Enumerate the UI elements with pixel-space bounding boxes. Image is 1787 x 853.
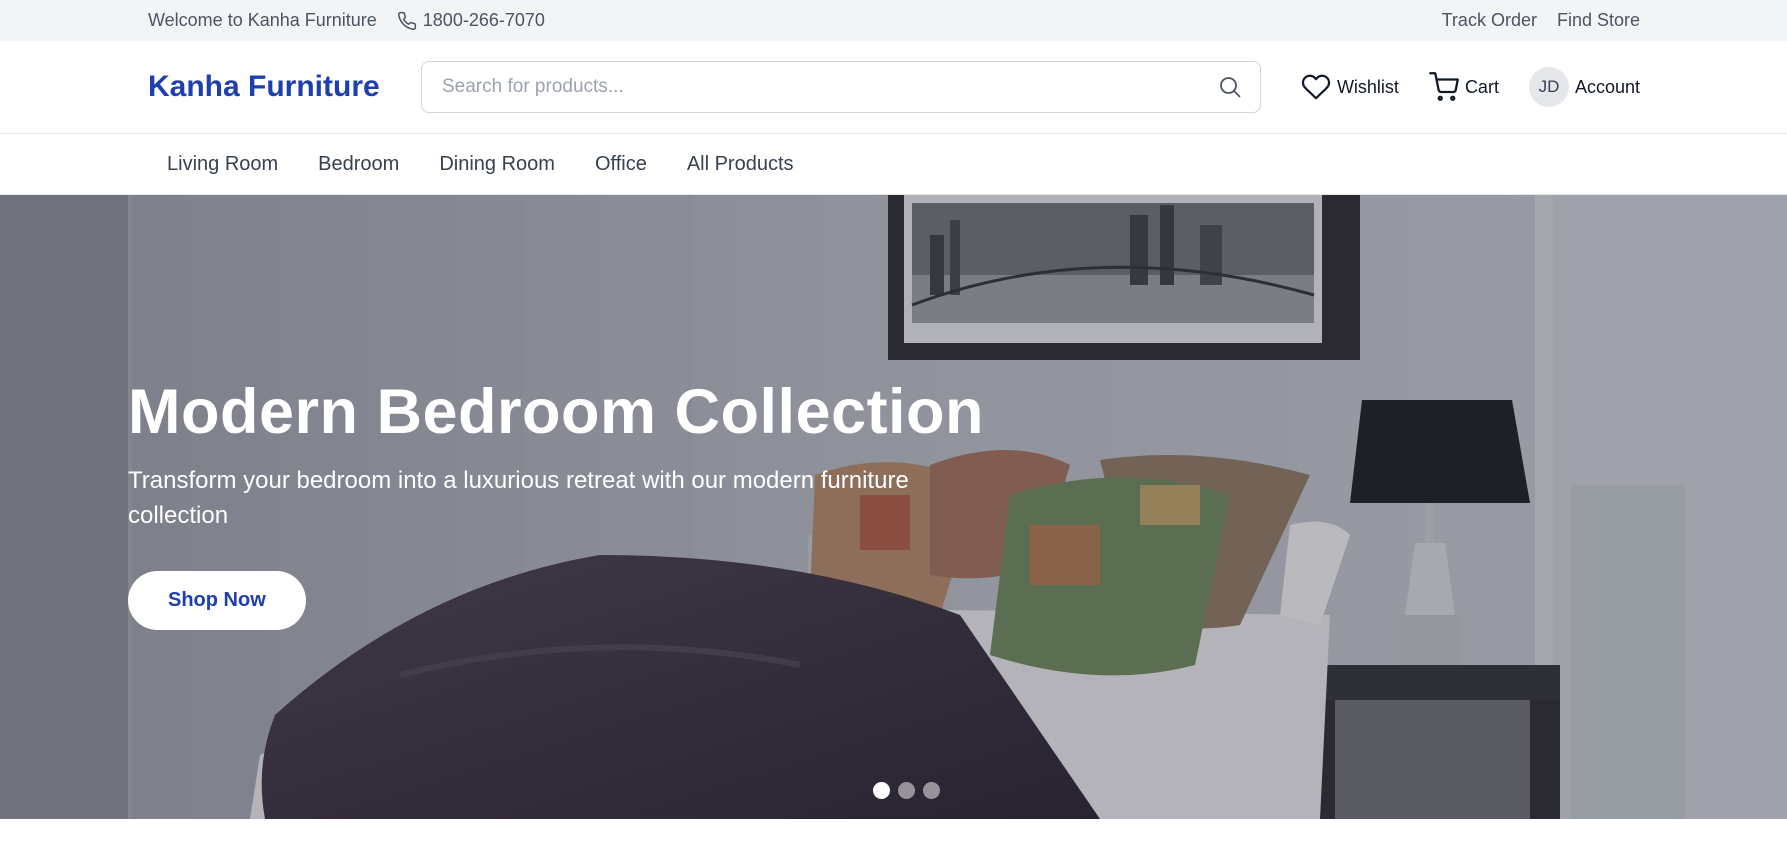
hero-subtitle: Transform your bedroom into a luxurious … — [128, 467, 909, 530]
wishlist-button[interactable]: Wishlist — [1301, 72, 1399, 102]
search-icon[interactable] — [1218, 75, 1242, 99]
site-logo[interactable]: Kanha Furniture — [148, 70, 421, 104]
top-bar-right: Track Order Find Store — [1422, 10, 1640, 31]
cart-icon — [1429, 72, 1459, 101]
search-box — [421, 61, 1261, 113]
hero-title: Modern Bedroom Collection — [128, 377, 985, 447]
header-actions: Wishlist Cart JD Account — [1271, 67, 1640, 107]
search-input[interactable] — [442, 76, 1218, 98]
nav-item-dining-room[interactable]: Dining Room — [419, 153, 575, 176]
nav-item-living-room[interactable]: Living Room — [147, 153, 298, 176]
heart-icon — [1301, 74, 1331, 100]
avatar: JD — [1528, 67, 1569, 107]
hero-content: Modern Bedroom Collection Transform your… — [128, 377, 1008, 631]
phone-contact[interactable]: 1800-266-7070 — [397, 10, 545, 31]
wishlist-label: Wishlist — [1336, 76, 1399, 97]
carousel-dot-3[interactable] — [923, 782, 940, 799]
carousel-dot-2[interactable] — [898, 782, 915, 799]
find-store-link[interactable]: Find Store — [1557, 10, 1640, 31]
welcome-text: Welcome to Kanha Furniture — [148, 10, 377, 30]
nav-item-office[interactable]: Office — [575, 153, 667, 176]
nav-item-all-products[interactable]: All Products — [667, 153, 814, 176]
main-header: Kanha Furniture Wishlist Cart JD Account — [0, 41, 1787, 134]
phone-icon — [397, 11, 416, 30]
account-button[interactable]: JD Account — [1528, 67, 1640, 107]
shop-now-button[interactable]: Shop Now — [128, 571, 306, 631]
cart-button[interactable]: Cart — [1429, 72, 1499, 102]
carousel-indicators — [873, 782, 948, 799]
top-bar: Welcome to Kanha Furniture 1800-266-7070… — [0, 0, 1787, 41]
top-bar-left: Welcome to Kanha Furniture 1800-266-7070 — [148, 10, 545, 31]
phone-number: 1800-266-7070 — [422, 10, 545, 30]
track-order-link[interactable]: Track Order — [1442, 10, 1537, 31]
account-label: Account — [1574, 76, 1640, 97]
carousel-dot-1[interactable] — [873, 782, 890, 799]
hero-banner: Modern Bedroom Collection Transform your… — [0, 195, 1787, 819]
category-nav: Living Room Bedroom Dining Room Office A… — [0, 134, 1787, 195]
cart-label: Cart — [1464, 76, 1499, 97]
nav-item-bedroom[interactable]: Bedroom — [298, 153, 419, 176]
